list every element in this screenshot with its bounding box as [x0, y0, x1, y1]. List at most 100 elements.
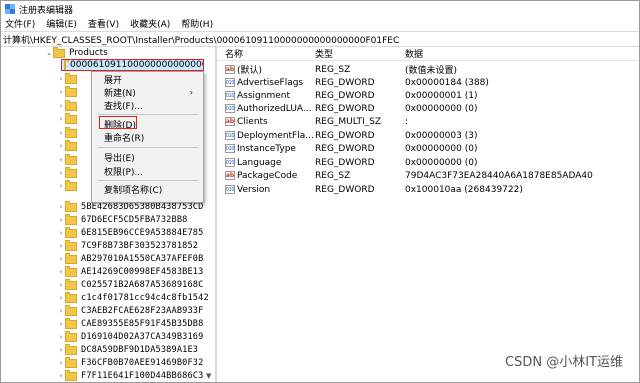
menu-item-copy-key-name[interactable]: 复制项名称(C) [104, 183, 199, 196]
tree-node[interactable]: › [57, 72, 81, 85]
tree-node-label: 7C9F8B73BF303523781852 [81, 241, 199, 251]
tree-node[interactable]: › [57, 126, 81, 139]
folder-icon [65, 153, 77, 165]
tree-node[interactable]: › AB297010A1550CA37AFEF0B [57, 252, 203, 265]
menu-favorites[interactable]: 收藏夹(A) [130, 17, 170, 30]
chevron-right-icon[interactable]: › [57, 182, 65, 190]
tree-node-label: 5BE42683D65380B438753CD [81, 202, 204, 212]
tree-node-label: C3AEB2FCAE628F23AAB933F [81, 306, 204, 316]
tree-node[interactable]: › [57, 85, 81, 98]
title-bar: 注册表编辑器 [1, 1, 639, 17]
tree-node[interactable]: › 67D6ECF5CD5FBA732BB8 [57, 213, 187, 226]
chevron-right-icon[interactable]: › [57, 359, 65, 367]
delete-highlight-box [99, 116, 137, 129]
tree-node[interactable]: › [57, 166, 81, 179]
chevron-right-icon[interactable]: › [57, 346, 65, 354]
chevron-right-icon[interactable]: › [57, 169, 65, 177]
chevron-right-icon[interactable]: › [57, 268, 65, 276]
table-row[interactable]: 010 Version REG_DWORD 0x100010aa (2684397… [217, 183, 639, 196]
chevron-right-icon[interactable]: › [57, 129, 65, 137]
chevron-right-icon[interactable]: › [57, 88, 65, 96]
menu-item-permissions[interactable]: 权限(P)... [104, 165, 199, 178]
chevron-right-icon[interactable]: › [57, 102, 65, 110]
table-row[interactable]: 010 AdvertiseFlags REG_DWORD 0x00000184 (… [217, 76, 639, 89]
tree-node[interactable]: › [57, 112, 81, 125]
chevron-right-icon[interactable]: › [57, 115, 65, 123]
tree-node[interactable]: › C3AEB2FCAE628F23AAB933F [57, 304, 204, 317]
folder-icon [65, 166, 77, 178]
menu-item-rename[interactable]: 重命名(R) [104, 131, 199, 144]
value-name: Language [237, 157, 282, 168]
menu-help[interactable]: 帮助(H) [181, 17, 213, 30]
value-type: REG_DWORD [315, 143, 375, 154]
column-header-type[interactable]: 类型 [315, 47, 333, 60]
menu-item-export[interactable]: 导出(E) [104, 151, 199, 164]
tree-node-selected[interactable]: 00006109110000000000000000F01FEC [61, 59, 204, 71]
chevron-right-icon[interactable]: › [57, 320, 65, 328]
chevron-right-icon[interactable]: › [57, 281, 65, 289]
string-value-icon: ab [225, 171, 235, 180]
value-type: REG_DWORD [315, 157, 375, 168]
column-header-data[interactable]: 数据 [405, 47, 423, 60]
menu-view[interactable]: 查看(V) [88, 17, 119, 30]
menu-item-find[interactable]: 查找(F)... [104, 99, 199, 112]
chevron-right-icon[interactable]: › [57, 203, 65, 211]
tree-node-products[interactable]: ⌄ Products [45, 46, 108, 59]
chevron-right-icon[interactable]: › [57, 75, 65, 83]
tree-node[interactable]: › [57, 179, 81, 192]
address-path[interactable]: 计算机\HKEY_CLASSES_ROOT\Installer\Products… [3, 33, 399, 46]
menu-edit[interactable]: 编辑(E) [46, 17, 77, 30]
chevron-right-icon[interactable]: › [57, 372, 65, 380]
tree-node[interactable]: › [57, 139, 81, 152]
chevron-right-icon[interactable]: › [57, 255, 65, 263]
values-pane[interactable]: 名称 类型 数据 ab (默认) REG_SZ (数值未设置) 010 Advert… [217, 46, 639, 382]
scroll-down-arrow-icon[interactable]: ▼ [206, 372, 211, 380]
tree-node[interactable]: › 6E815EB96CCE9A53884E785 [57, 226, 203, 239]
menu-file[interactable]: 文件(F) [5, 17, 35, 30]
table-row[interactable]: ab PackageCode REG_SZ 79D4AC3F73EA28440A6… [217, 169, 639, 182]
table-row[interactable]: 010 Assignment REG_DWORD 0x00000001 (1) [217, 89, 639, 102]
menu-item-new[interactable]: 新建(N) › [104, 86, 199, 99]
folder-icon [65, 112, 77, 124]
table-row[interactable]: 010 DeploymentFla... REG_DWORD 0x00000003… [217, 129, 639, 142]
chevron-right-icon[interactable]: › [57, 142, 65, 150]
tree-node[interactable]: › c1c4f01781cc94c4c8fb1542 [57, 291, 209, 304]
folder-icon [65, 278, 77, 290]
menu-item-label: 新建(N) [104, 88, 136, 99]
tree-node[interactable]: › 7C9F8B73BF303523781852 [57, 239, 199, 252]
tree-node[interactable]: › D169104D02A37CA349B3169 [57, 330, 203, 343]
chevron-right-icon: › [189, 87, 193, 97]
watermark-text: CSDN @小林IT运维 [505, 355, 623, 370]
table-row[interactable]: ab Clients REG_MULTI_SZ : [217, 115, 639, 128]
tree-node[interactable]: › C025571B2A687A53689168C [57, 278, 203, 291]
tree-node-label: DC8A59DBF9D1DA5389A1E3 [81, 345, 199, 355]
tree-node[interactable]: › F36CFB0B70AEE91469B0F32 [57, 356, 203, 369]
menu-item-expand[interactable]: 展开 [104, 73, 199, 86]
chevron-down-icon[interactable]: ⌄ [45, 49, 53, 57]
chevron-right-icon[interactable]: › [57, 333, 65, 341]
tree-node[interactable]: › AE14269C00998EF4583BE13 [57, 265, 203, 278]
tree-node[interactable]: › DC8A59DBF9D1DA5389A1E3 [57, 343, 199, 356]
menu-item-label: 权限(P)... [104, 167, 144, 178]
menu-bar: 文件(F) 编辑(E) 查看(V) 收藏夹(A) 帮助(H) [1, 17, 639, 30]
chevron-right-icon[interactable]: › [57, 307, 65, 315]
column-header-name[interactable]: 名称 [225, 47, 243, 60]
table-row[interactable]: ab (默认) REG_SZ (数值未设置) [217, 63, 639, 76]
table-row[interactable]: 010 AuthorizedLUA... REG_DWORD 0x00000000… [217, 102, 639, 115]
tree-node[interactable]: › CAE89355E85F91F45B35DB8 [57, 317, 203, 330]
chevron-right-icon[interactable]: › [57, 242, 65, 250]
chevron-right-icon[interactable]: › [57, 294, 65, 302]
tree-node-label: c1c4f01781cc94c4c8fb1542 [81, 293, 209, 303]
chevron-right-icon[interactable]: › [57, 156, 65, 164]
chevron-right-icon[interactable]: › [57, 229, 65, 237]
folder-icon [65, 239, 77, 251]
table-row[interactable]: 010 InstanceType REG_DWORD 0x00000000 (0) [217, 142, 639, 155]
folder-icon [65, 343, 77, 355]
tree-node[interactable]: › [57, 153, 81, 166]
table-row[interactable]: 010 Language REG_DWORD 0x00000000 (0) [217, 156, 639, 169]
chevron-right-icon[interactable]: › [57, 216, 65, 224]
value-type: REG_DWORD [315, 130, 375, 141]
tree-node[interactable]: › F7F11E641F100D44BB686C3 [57, 369, 203, 382]
address-bar[interactable]: 计算机\HKEY_CLASSES_ROOT\Installer\Products… [1, 31, 639, 47]
tree-node[interactable]: › [57, 99, 81, 112]
